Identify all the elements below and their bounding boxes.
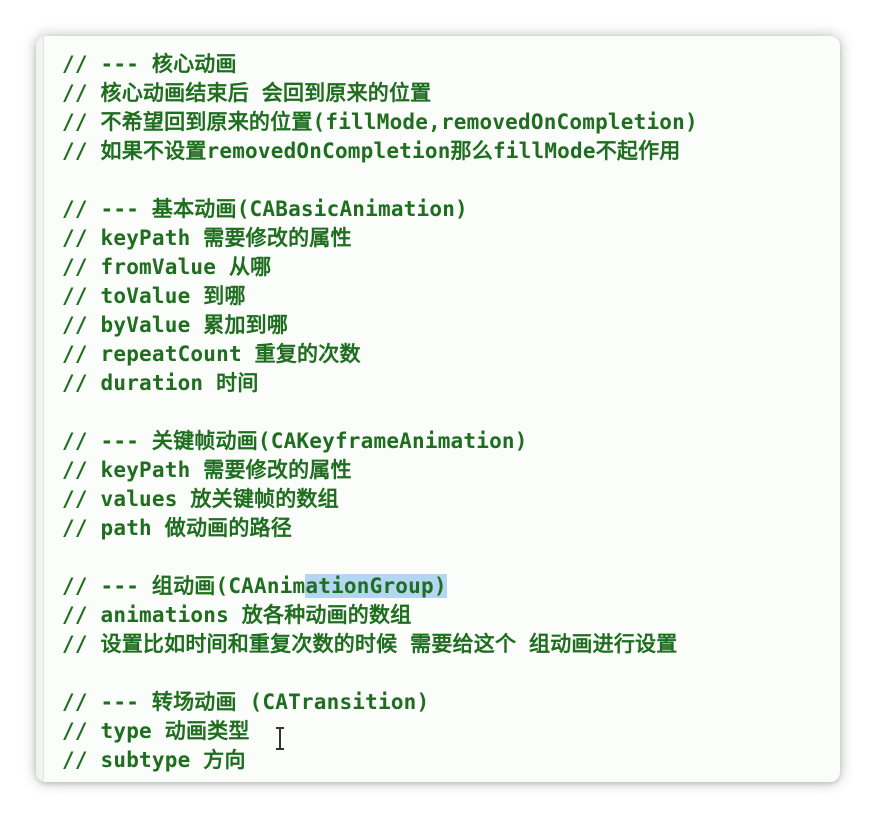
code-line[interactable]: // 核心动画结束后 会回到原来的位置: [62, 79, 832, 108]
code-line[interactable]: // path 做动画的路径: [62, 514, 832, 543]
code-line[interactable]: // 设置比如时间和重复次数的时候 需要给这个 组动画进行设置: [62, 630, 832, 659]
code-area[interactable]: // --- 核心动画 // 核心动画结束后 会回到原来的位置 // 不希望回到…: [62, 50, 832, 775]
code-line[interactable]: // toValue 到哪: [62, 282, 832, 311]
code-line-blank[interactable]: [62, 543, 832, 572]
code-line[interactable]: // subtype 方向: [62, 746, 832, 775]
code-line[interactable]: // --- 基本动画(CABasicAnimation): [62, 195, 832, 224]
code-line[interactable]: // keyPath 需要修改的属性: [62, 456, 832, 485]
code-line-blank[interactable]: [62, 659, 832, 688]
code-line[interactable]: // --- 核心动画: [62, 50, 832, 79]
code-line[interactable]: // type 动画类型: [62, 717, 832, 746]
editor-gutter: [36, 36, 44, 782]
code-line[interactable]: // --- 转场动画 (CATransition): [62, 688, 832, 717]
ibeam-cursor-icon: [276, 726, 284, 750]
code-line[interactable]: // 如果不设置removedOnCompletion那么fillMode不起作…: [62, 137, 832, 166]
code-line[interactable]: // values 放关键帧的数组: [62, 485, 832, 514]
code-editor-window: // --- 核心动画 // 核心动画结束后 会回到原来的位置 // 不希望回到…: [36, 36, 840, 782]
code-text-before-selection: // --- 组动画(CAAnim: [62, 574, 306, 598]
code-line[interactable]: // byValue 累加到哪: [62, 311, 832, 340]
code-line[interactable]: // fromValue 从哪: [62, 253, 832, 282]
code-line-with-selection[interactable]: // --- 组动画(CAAnimationGroup): [62, 572, 832, 601]
code-line[interactable]: // animations 放各种动画的数组: [62, 601, 832, 630]
code-line[interactable]: // repeatCount 重复的次数: [62, 340, 832, 369]
code-line[interactable]: // --- 关键帧动画(CAKeyframeAnimation): [62, 427, 832, 456]
code-line[interactable]: // 不希望回到原来的位置(fillMode,removedOnCompleti…: [62, 108, 832, 137]
code-line[interactable]: // duration 时间: [62, 369, 832, 398]
code-line-blank[interactable]: [62, 166, 832, 195]
code-line-blank[interactable]: [62, 398, 832, 427]
text-selection[interactable]: ationGroup): [305, 574, 447, 598]
code-line[interactable]: // keyPath 需要修改的属性: [62, 224, 832, 253]
